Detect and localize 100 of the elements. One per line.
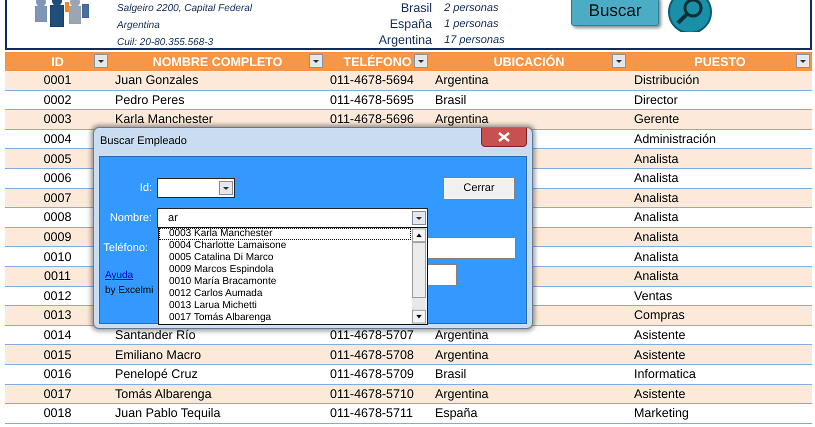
country-label: España bbox=[388, 16, 432, 32]
table-cell: Analista bbox=[634, 171, 678, 186]
company-info-text: Cuil: 20-80.355.568-3 bbox=[117, 36, 214, 50]
table-cell: 0016 bbox=[44, 367, 72, 382]
column-header: TELÉFONO bbox=[343, 54, 412, 68]
table-cell: Penelopé Cruz bbox=[115, 367, 198, 382]
suggestion-item[interactable]: 0013 Larua Michetti bbox=[159, 300, 411, 312]
table-cell: 0004 bbox=[44, 132, 72, 146]
filter-dropdown-icon[interactable] bbox=[309, 54, 323, 68]
table-cell: 0002 bbox=[44, 92, 72, 107]
company-info-text: Salgeiro 2200, Capital Federal bbox=[117, 2, 252, 16]
search-button[interactable]: Buscar bbox=[571, 0, 660, 26]
column-header: PUESTO bbox=[694, 54, 746, 68]
table-cell: 0013 bbox=[44, 308, 72, 322]
table-cell: 0003 bbox=[44, 112, 72, 126]
filter-dropdown-icon[interactable] bbox=[612, 54, 626, 68]
suggestion-item[interactable]: 0005 Catalina Di Marco bbox=[159, 252, 411, 264]
suggestion-item[interactable]: 0017 Tomás Albarenga bbox=[159, 312, 411, 324]
company-info-text: Argentina bbox=[117, 19, 161, 33]
column-header: ID bbox=[51, 54, 64, 68]
table-cell: Argentina bbox=[435, 386, 489, 401]
close-button[interactable] bbox=[481, 128, 527, 147]
column-header: NOMBRE COMPLETO bbox=[152, 54, 282, 68]
table-cell: Marketing bbox=[634, 406, 689, 420]
column-header: UBICACIÓN bbox=[494, 54, 564, 68]
search-icon[interactable] bbox=[667, 0, 714, 32]
table-cell: 011-4678-5696 bbox=[330, 112, 414, 126]
table-cell: España bbox=[435, 406, 478, 420]
table-cell: 0006 bbox=[44, 171, 72, 186]
credit-text: by Excelmi bbox=[105, 285, 154, 296]
field-label: Teléfono: bbox=[102, 242, 148, 254]
table-cell: 011-4678-5709 bbox=[330, 367, 414, 382]
suggestion-item[interactable]: 0012 Carlos Aumada bbox=[159, 288, 411, 300]
table-cell: Gerente bbox=[634, 112, 680, 126]
country-label: Brasil bbox=[400, 0, 432, 16]
table-cell: 0015 bbox=[44, 348, 72, 362]
table-cell: Analista bbox=[634, 250, 678, 264]
table-cell: Tomás Albarenga bbox=[115, 386, 212, 401]
table-cell: Administración bbox=[634, 132, 716, 146]
table-cell: 0011 bbox=[44, 269, 71, 284]
table-cell: Emiliano Macro bbox=[115, 348, 202, 362]
suggestion-item[interactable]: 0009 Marcos Espindola bbox=[159, 264, 411, 276]
table-cell: Analista bbox=[634, 190, 678, 205]
people-count: 17 personas bbox=[444, 33, 506, 48]
table-cell: Argentina bbox=[435, 328, 489, 342]
table-cell: Director bbox=[634, 92, 678, 107]
table-cell: 011-4678-5711 bbox=[330, 406, 413, 420]
close-icon bbox=[498, 132, 510, 142]
close-button[interactable]: Cerrar bbox=[443, 176, 515, 200]
table-cell: Brasil bbox=[435, 367, 466, 382]
table-cell: 0008 bbox=[44, 210, 72, 224]
id-dropdown[interactable] bbox=[157, 178, 235, 198]
table-cell: Analista bbox=[634, 230, 678, 244]
table-cell: Argentina bbox=[435, 112, 489, 126]
table-cell: Pedro Peres bbox=[115, 92, 184, 107]
table-cell: Juan Gonzales bbox=[115, 73, 198, 88]
table-cell: Ventas bbox=[634, 288, 672, 303]
suggestion-item[interactable]: 0010 María Bracamonte bbox=[159, 276, 411, 288]
filter-dropdown-icon[interactable] bbox=[796, 54, 810, 68]
suggestion-item[interactable]: 0003 Karla Manchester bbox=[159, 228, 411, 240]
name-dropdown[interactable]: ar bbox=[157, 208, 428, 228]
table-cell: Analista bbox=[634, 210, 678, 224]
table-cell: 011-4678-5694 bbox=[330, 73, 414, 88]
table-cell: 0017 bbox=[44, 386, 72, 401]
table-cell: Asistente bbox=[634, 386, 686, 401]
table-cell: Juan Pablo Tequila bbox=[115, 406, 220, 420]
country-label: Argentina bbox=[378, 32, 432, 48]
table-cell: Karla Manchester bbox=[115, 112, 213, 126]
table-cell: 0010 bbox=[44, 250, 72, 264]
table-cell: 011-4678-5695 bbox=[330, 92, 414, 107]
field-label: Nombre: bbox=[108, 212, 152, 224]
table-cell: 0007 bbox=[44, 190, 72, 205]
table-cell: Informatica bbox=[634, 367, 696, 382]
table-cell: Brasil bbox=[435, 92, 466, 107]
table-cell: 0012 bbox=[44, 288, 72, 303]
table-cell: 011-4678-5708 bbox=[330, 348, 414, 362]
table-cell: Analista bbox=[634, 152, 678, 166]
table-cell: 0014 bbox=[44, 328, 72, 342]
table-cell: Argentina bbox=[435, 348, 489, 362]
table-cell: 0018 bbox=[44, 406, 72, 420]
dialog-title: Buscar Empleado bbox=[100, 135, 187, 147]
table-cell: Analista bbox=[634, 269, 678, 284]
table-cell: Argentina bbox=[435, 73, 489, 88]
people-count: 1 personas bbox=[444, 17, 500, 32]
scrollbar-drawing[interactable] bbox=[411, 228, 427, 324]
table-cell: 011-4678-5710 bbox=[330, 386, 414, 401]
filter-dropdown-icon[interactable] bbox=[94, 54, 108, 68]
table-cell: Santander Río bbox=[115, 328, 196, 342]
table-cell: 0009 bbox=[44, 230, 72, 244]
table-cell: Distribución bbox=[634, 73, 700, 88]
people-count: 2 personas bbox=[444, 1, 500, 16]
table-cell: 0001 bbox=[44, 73, 72, 88]
table-cell: 0005 bbox=[44, 152, 72, 166]
field-label: Id: bbox=[138, 182, 152, 194]
table-cell: Compras bbox=[634, 308, 685, 322]
suggestion-item[interactable]: 0004 Charlotte Lamaisone bbox=[159, 240, 411, 252]
table-cell: Asistente bbox=[634, 328, 686, 342]
table-cell: Asistente bbox=[634, 348, 686, 362]
table-cell: 011-4678-5707 bbox=[330, 328, 414, 342]
filter-dropdown-icon[interactable] bbox=[414, 54, 428, 68]
